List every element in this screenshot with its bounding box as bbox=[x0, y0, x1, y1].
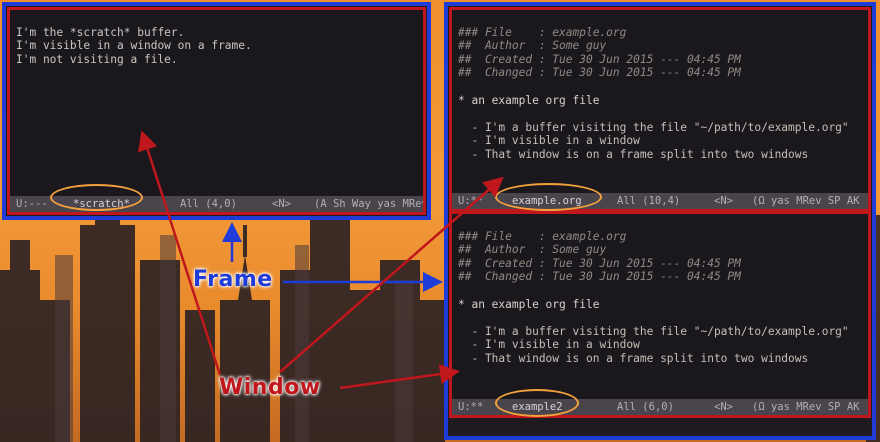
org-header-line: ### File : example.org bbox=[458, 25, 627, 39]
example-org-buffer-highlight bbox=[495, 183, 602, 211]
modeline-evil-state: <N> bbox=[714, 195, 733, 207]
org-heading: * an example org file bbox=[458, 297, 600, 311]
org-list-item: - I'm a buffer visiting the file "~/path… bbox=[458, 324, 849, 338]
org-header-line: ## Created : Tue 30 Jun 2015 --- 04:45 P… bbox=[458, 52, 741, 66]
org-header-line: ## Changed : Tue 30 Jun 2015 --- 04:45 P… bbox=[458, 66, 741, 80]
modeline-position: All (6,0) bbox=[617, 401, 674, 413]
org-header-line: ## Changed : Tue 30 Jun 2015 --- 04:45 P… bbox=[458, 270, 741, 284]
example2-buffer-highlight bbox=[495, 389, 579, 417]
org-list-item: - That window is on a frame split into t… bbox=[458, 351, 809, 365]
scratch-line: I'm the *scratch* buffer. bbox=[16, 25, 185, 39]
modeline-state: U:** bbox=[458, 401, 484, 413]
scratch-buffer-highlight bbox=[50, 184, 143, 211]
window-label: Window bbox=[219, 375, 321, 400]
scratch-line: I'm visible in a window on a frame. bbox=[16, 39, 252, 53]
modeline-state: U:--- bbox=[16, 198, 48, 210]
org-window-top[interactable]: ### File : example.org ## Author : Some g… bbox=[449, 7, 871, 212]
modeline-state: U:** bbox=[458, 195, 484, 207]
modeline-evil-state: <N> bbox=[272, 198, 291, 210]
org-list-item: - I'm a buffer visiting the file "~/path… bbox=[458, 120, 849, 134]
modeline-position: All (4,0) bbox=[180, 198, 237, 210]
org-bottom-buffer-text[interactable]: ### File : example.org ## Author : Some g… bbox=[458, 216, 862, 393]
org-header-line: ## Author : Some guy bbox=[458, 39, 607, 53]
org-header-line: ## Author : Some guy bbox=[458, 243, 607, 257]
org-header-line: ### File : example.org bbox=[458, 229, 627, 243]
modeline-minor-modes: (A Sh Way yas MRev bbox=[314, 198, 423, 210]
scratch-buffer-text[interactable]: I'm the *scratch* buffer. I'm visible in … bbox=[16, 12, 417, 94]
modeline-position: All (10,4) bbox=[617, 195, 681, 207]
org-heading: * an example org file bbox=[458, 93, 600, 107]
org-header-line: ## Created : Tue 30 Jun 2015 --- 04:45 P… bbox=[458, 256, 741, 270]
frame-label: Frame bbox=[193, 267, 273, 292]
modeline-evil-state: <N> bbox=[714, 401, 733, 413]
modeline-minor-modes: (Ω yas MRev SP AK bbox=[752, 195, 860, 207]
modeline-minor-modes: (Ω yas MRev SP AK bbox=[752, 401, 860, 413]
org-window-bottom[interactable]: ### File : example.org ## Author : Some g… bbox=[449, 211, 871, 418]
org-list-item: - That window is on a frame split into t… bbox=[458, 147, 809, 161]
scratch-line: I'm not visiting a file. bbox=[16, 52, 178, 66]
scratch-window[interactable]: I'm the *scratch* buffer. I'm visible in … bbox=[7, 7, 426, 215]
org-frame: ### File : example.org ## Author : Some g… bbox=[444, 2, 876, 440]
org-list-item: - I'm visible in a window bbox=[458, 134, 640, 148]
org-list-item: - I'm visible in a window bbox=[458, 338, 640, 352]
org-top-buffer-text[interactable]: ### File : example.org ## Author : Some g… bbox=[458, 12, 862, 189]
